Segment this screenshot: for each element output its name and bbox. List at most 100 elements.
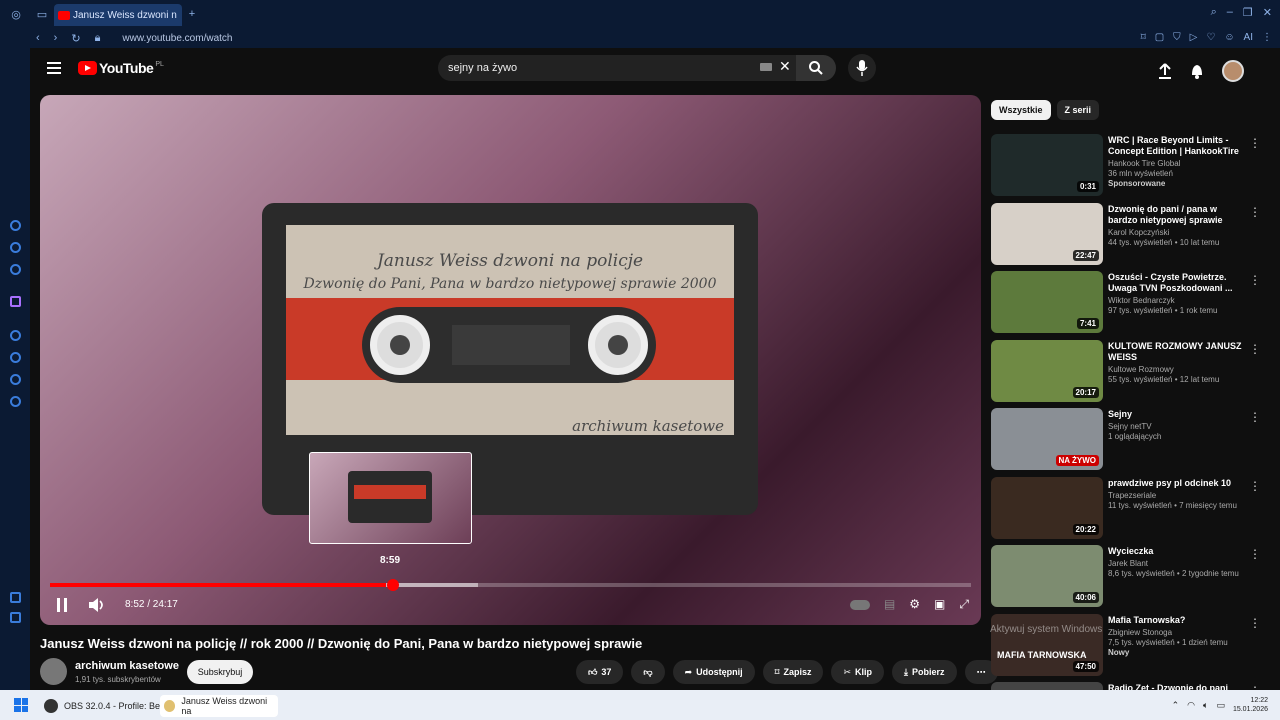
- youtube-logo[interactable]: YouTube PL: [78, 60, 164, 76]
- recommendation-item[interactable]: 0:31 WRC | Race Beyond Limits - Concept E…: [991, 134, 1261, 196]
- recommendation-title[interactable]: Oszuści - Czyste Powietrze. Uwaga TVN Po…: [1108, 272, 1248, 294]
- recommendation-title[interactable]: KULTOWE ROZMOWY JANUSZ WEISS: [1108, 341, 1248, 363]
- save-button[interactable]: ⌑ Zapisz: [762, 660, 824, 684]
- sidebar-app-icon[interactable]: [10, 264, 21, 275]
- recommendation-item[interactable]: 47:50 MAFIA TARNOWSKA Mafia Tarnowska? Zbig…: [991, 614, 1261, 676]
- more-options-icon[interactable]: ⋮: [1249, 547, 1261, 561]
- dislike-button[interactable]: 👎︎: [631, 660, 665, 684]
- sidebar-app-icon[interactable]: [10, 242, 21, 253]
- recommendation-channel[interactable]: Kultowe Rozmowy: [1108, 365, 1248, 374]
- recommendation-title[interactable]: Mafia Tarnowska?: [1108, 615, 1248, 626]
- close-icon[interactable]: ✕: [1263, 6, 1272, 19]
- menu-icon[interactable]: ⋮: [1262, 32, 1272, 43]
- history-icon[interactable]: [10, 352, 21, 363]
- recommendation-item[interactable]: 7:41 Oszuści - Czyste Powietrze. Uwaga TV…: [991, 271, 1261, 333]
- miniplayer-icon[interactable]: ▣: [934, 597, 945, 612]
- twitch-icon[interactable]: [10, 296, 21, 307]
- recommendation-item[interactable]: 40:06 Wycieczka Jarek Blant 8,6 tys. wyświe…: [991, 545, 1261, 607]
- voice-search-button[interactable]: [848, 54, 876, 82]
- clip-button[interactable]: ✂ Klip: [831, 660, 885, 684]
- recommendation-channel[interactable]: Trapezseriale: [1108, 491, 1248, 500]
- recommendation-item[interactable]: 20:17 KULTOWE ROZMOWY JANUSZ WEISS Kultowe…: [991, 340, 1261, 402]
- account-icon[interactable]: ☺: [1224, 32, 1234, 43]
- recommendation-thumbnail[interactable]: 47:50 MAFIA TARNOWSKA: [991, 614, 1103, 676]
- recommendation-channel[interactable]: Hankook Tire Global: [1108, 159, 1248, 168]
- menu-icon[interactable]: [47, 62, 61, 74]
- workspaces-icon[interactable]: ▭: [32, 4, 52, 24]
- pause-icon[interactable]: [56, 598, 68, 612]
- recommendation-title[interactable]: prawdziwe psy pl odcinek 10: [1108, 478, 1248, 489]
- recommendation-item[interactable]: NA ŻYWO Sejny Sejny netTV 1 oglądających ⋮: [991, 408, 1261, 470]
- chevron-up-icon[interactable]: ⌃: [1172, 700, 1180, 711]
- recommendation-channel[interactable]: Sejny netTV: [1108, 422, 1248, 431]
- minimize-icon[interactable]: –: [1227, 6, 1233, 19]
- sidebar-app-icon[interactable]: [10, 374, 21, 385]
- battery-icon[interactable]: ▭: [1216, 700, 1225, 711]
- channel-name[interactable]: archiwum kasetowe: [75, 660, 179, 672]
- subscribe-button[interactable]: Subskrybuj: [187, 660, 253, 684]
- forward-icon[interactable]: ›: [54, 32, 58, 45]
- recommendation-title[interactable]: Dzwonię do pani / pana w bardzo nietypow…: [1108, 204, 1248, 226]
- screenshot-icon[interactable]: ▢: [1155, 32, 1164, 43]
- recommendation-title[interactable]: Sejny: [1108, 409, 1248, 420]
- clock[interactable]: 12:22 15.01.2026: [1233, 696, 1268, 714]
- reload-icon[interactable]: ↻: [71, 32, 80, 45]
- more-options-icon[interactable]: ⋮: [1249, 205, 1261, 219]
- fullscreen-icon[interactable]: ⤢: [959, 597, 969, 612]
- recommendation-title[interactable]: WRC | Race Beyond Limits - Concept Editi…: [1108, 135, 1248, 157]
- tab-active[interactable]: Janusz Weiss dzwoni n: [54, 4, 182, 26]
- taskbar-browser[interactable]: Janusz Weiss dzwoni na: [160, 695, 278, 717]
- more-options-icon[interactable]: ⋮: [1249, 342, 1261, 356]
- speaker-icon[interactable]: 🔈︎: [1203, 700, 1208, 711]
- recommendation-thumbnail[interactable]: 22:47: [991, 203, 1103, 265]
- recommendation-thumbnail[interactable]: 20:17: [991, 340, 1103, 402]
- recommendation-channel[interactable]: Zbigniew Stonoga: [1108, 628, 1248, 637]
- download-button[interactable]: ⤓ Pobierz: [892, 660, 957, 684]
- chip-all[interactable]: Wszystkie: [991, 100, 1051, 120]
- sidebar-app-icon[interactable]: [10, 330, 21, 341]
- taskbar-obs[interactable]: OBS 32.0.4 - Profile: Bez: [40, 695, 169, 717]
- more-options-icon[interactable]: ⋮: [1249, 273, 1261, 287]
- volume-icon[interactable]: [88, 597, 106, 613]
- panel-icon[interactable]: [10, 592, 21, 603]
- recommendation-title[interactable]: Wycieczka: [1108, 546, 1248, 557]
- settings-icon[interactable]: [10, 396, 21, 407]
- wifi-icon[interactable]: ◠: [1187, 700, 1195, 711]
- recommendation-thumbnail[interactable]: 0:31: [991, 134, 1103, 196]
- recommendation-channel[interactable]: Jarek Blant: [1108, 559, 1248, 568]
- search-button[interactable]: [796, 55, 836, 81]
- more-options-icon[interactable]: ⋮: [1249, 410, 1261, 424]
- more-options-icon[interactable]: ⋮: [1249, 136, 1261, 150]
- recommendation-item[interactable]: 22:47 Dzwonię do pani / pana w bardzo nie…: [991, 203, 1261, 265]
- bookmark-icon[interactable]: ⌑: [1141, 32, 1146, 43]
- like-button[interactable]: 👍︎ 37: [576, 660, 624, 684]
- shield-icon[interactable]: ⛉: [1173, 32, 1181, 43]
- heart-icon[interactable]: ♡: [1206, 32, 1215, 43]
- sidebar-app-icon[interactable]: [10, 220, 21, 231]
- url-field[interactable]: www.youtube.com/watch: [122, 33, 232, 44]
- browser-logo-icon[interactable]: ◎: [6, 4, 26, 24]
- scrubber-handle[interactable]: [386, 579, 399, 591]
- recommendation-thumbnail[interactable]: 40:06: [991, 545, 1103, 607]
- settings-gear-icon[interactable]: ⚙: [909, 597, 920, 612]
- progress-bar[interactable]: [50, 579, 971, 591]
- restore-icon[interactable]: ❐: [1243, 6, 1253, 19]
- search-icon[interactable]: ⌕: [1211, 6, 1217, 19]
- new-tab-icon[interactable]: +: [182, 4, 202, 24]
- chip-series[interactable]: Z serii: [1056, 100, 1100, 120]
- recommendation-thumbnail[interactable]: NA ŻYWO: [991, 408, 1103, 470]
- recommendation-channel[interactable]: Wiktor Bednarczyk: [1108, 296, 1248, 305]
- panel-icon[interactable]: [10, 612, 21, 623]
- bell-icon[interactable]: [1190, 63, 1204, 79]
- recommendation-thumbnail[interactable]: 7:41: [991, 271, 1103, 333]
- upload-icon[interactable]: [1158, 63, 1172, 79]
- clear-search-icon[interactable]: ✕: [779, 58, 791, 75]
- ai-button[interactable]: AI: [1244, 32, 1253, 43]
- recommendation-channel[interactable]: Karol Kopczyński: [1108, 228, 1248, 237]
- avatar[interactable]: [1222, 60, 1244, 82]
- keyboard-icon[interactable]: [760, 63, 772, 71]
- video-player[interactable]: Janusz Weiss dzwoni na policje Dzwonię d…: [40, 95, 981, 625]
- recommendation-item[interactable]: 20:22 prawdziwe psy pl odcinek 10 Trapezse…: [991, 477, 1261, 539]
- autoplay-toggle[interactable]: [849, 600, 870, 610]
- subtitles-icon[interactable]: ▤: [884, 597, 895, 612]
